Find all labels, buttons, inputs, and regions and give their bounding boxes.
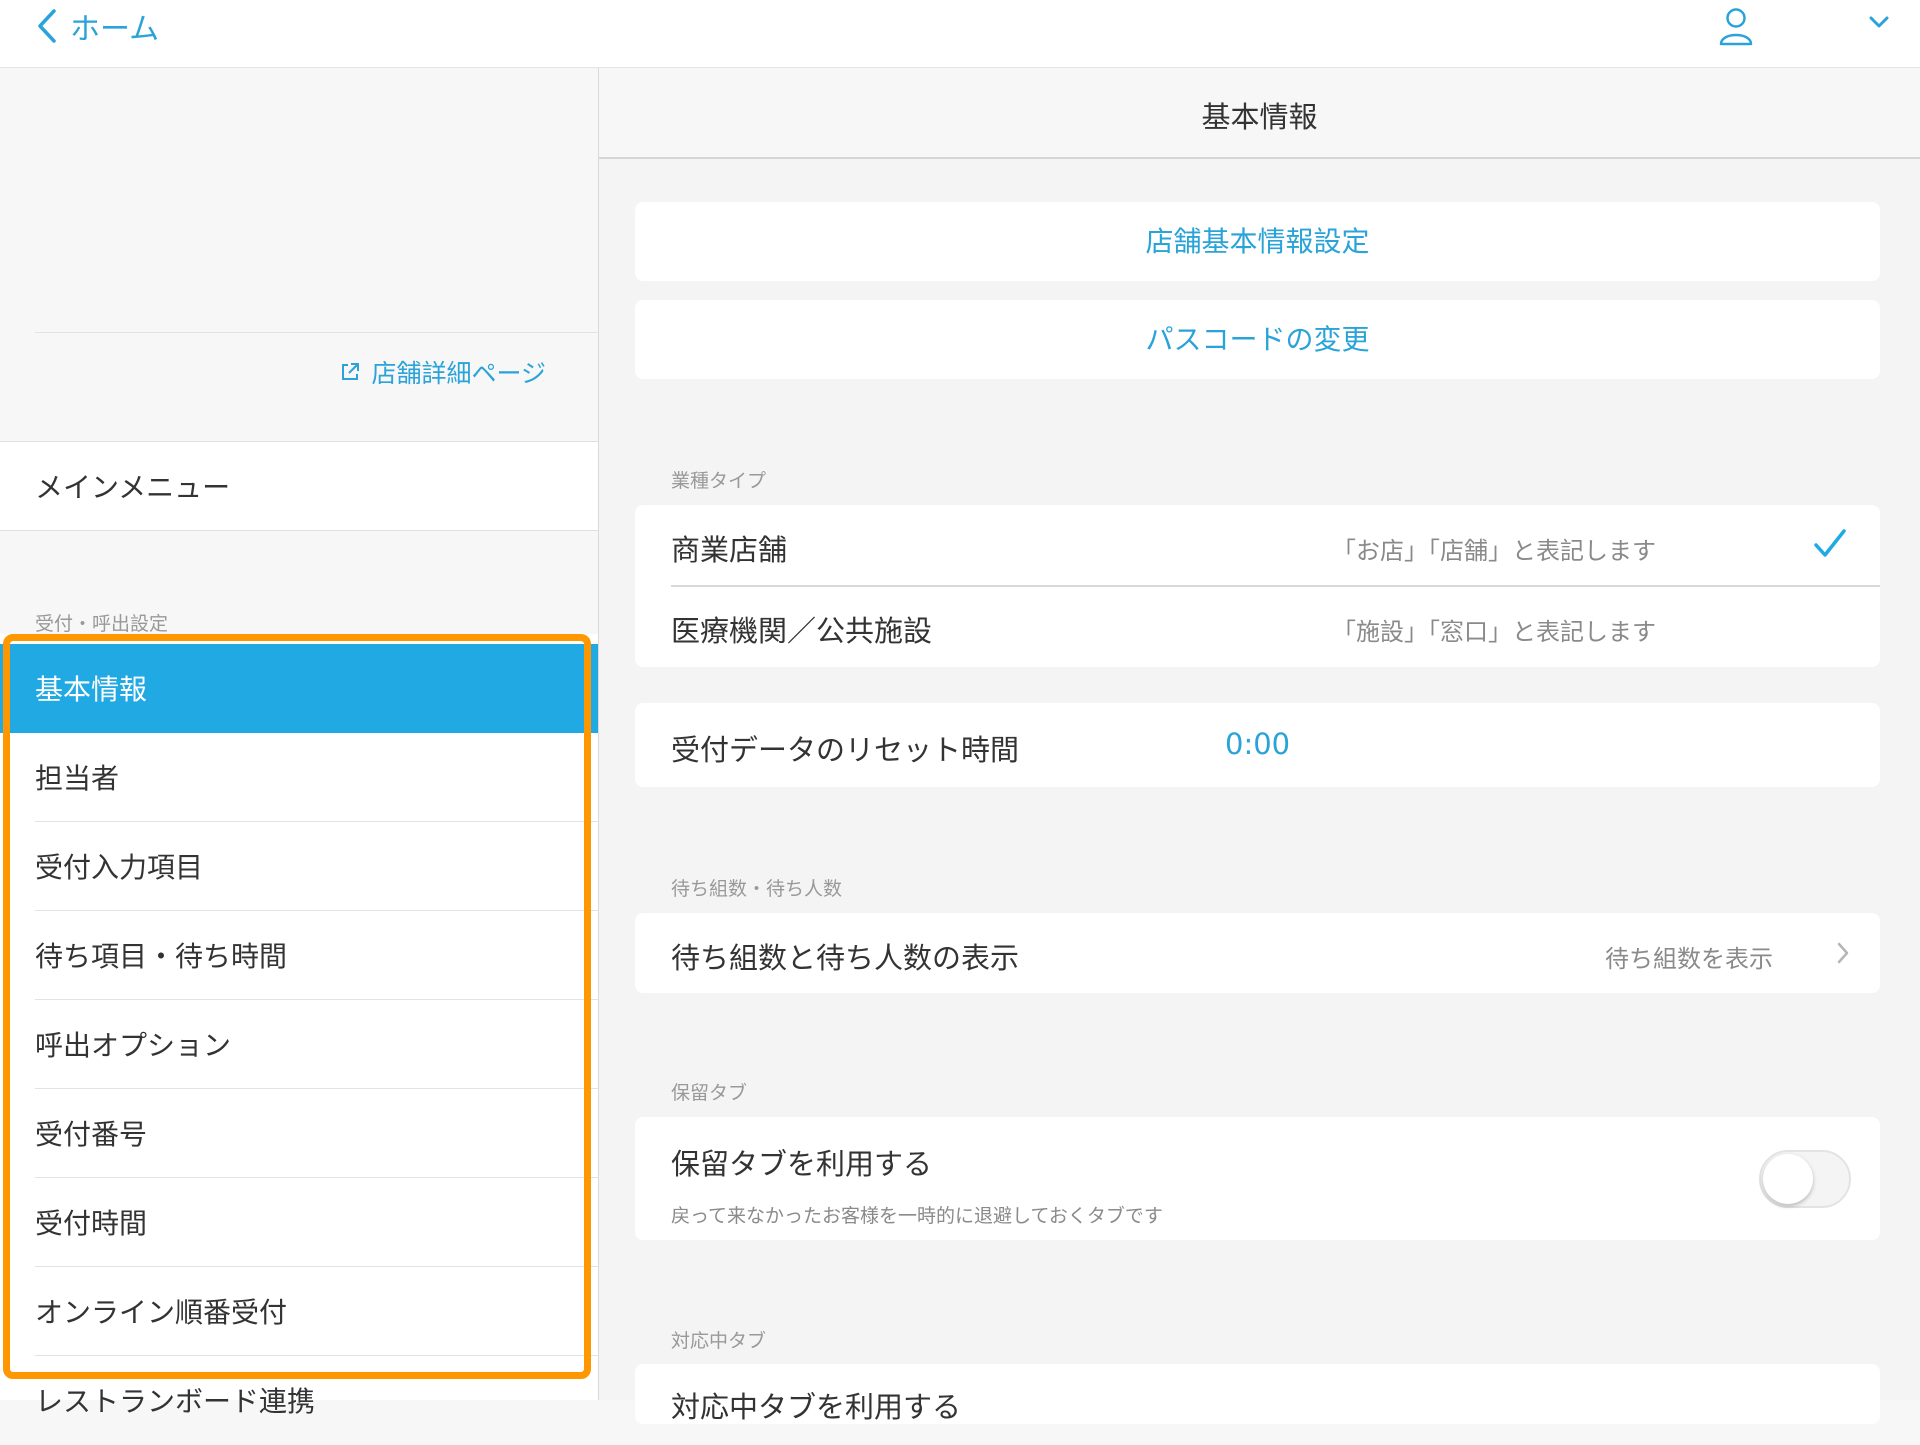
hold-tab-label: 保留タブを利用する — [671, 1147, 933, 1181]
page-header: 基本情報 — [599, 68, 1920, 159]
sidebar-item-wait-items[interactable]: 待ち項目・待ち時間 — [0, 911, 598, 1000]
sidebar-item-reception-hours[interactable]: 受付時間 — [0, 1178, 598, 1267]
sidebar-item-label: 担当者 — [35, 762, 120, 795]
reset-time-value[interactable]: 0:00 — [1225, 727, 1290, 761]
sidebar-item-label: レストランボード連携 — [35, 1385, 316, 1418]
sidebar-item-online-queue[interactable]: オンライン順番受付 — [0, 1267, 598, 1356]
option-label: 医療機関／公共施設 — [671, 614, 933, 648]
waiting-display-label: 待ち組数と待ち人数の表示 — [671, 941, 1020, 975]
option-desc: 「お店」「店舗」と表記します — [1332, 537, 1656, 565]
sidebar-item-label: 受付時間 — [35, 1207, 148, 1240]
sidebar-item-label: 受付入力項目 — [35, 851, 204, 884]
option-label: 商業店舗 — [671, 533, 788, 567]
main-panel: 基本情報 店舗基本情報設定 パスコードの変更 業種タイプ 商業店舗 「お店」「店… — [599, 68, 1920, 1424]
main-menu-item[interactable]: メインメニュー — [0, 441, 598, 531]
toggle-knob — [1763, 1154, 1813, 1204]
sidebar-item-staff[interactable]: 担当者 — [0, 733, 598, 822]
chevron-down-icon[interactable] — [1868, 14, 1890, 30]
hold-tab-toggle[interactable] — [1759, 1150, 1851, 1208]
waiting-caption: 待ち組数・待ち人数 — [671, 878, 843, 900]
passcode-label: パスコードの変更 — [1145, 323, 1370, 356]
option-desc: 「施設」「窓口」と表記します — [1332, 618, 1656, 646]
business-type-caption: 業種タイプ — [671, 470, 767, 492]
store-settings-label: 店舗基本情報設定 — [1145, 225, 1370, 258]
sidebar-item-label: 呼出オプション — [35, 1029, 232, 1062]
waiting-display-value: 待ち組数を表示 — [1605, 945, 1773, 973]
business-type-card: 商業店舗 「お店」「店舗」と表記します 医療機関／公共施設 「施設」「窓口」と表… — [635, 505, 1880, 667]
store-link-label: 店舗詳細ページ — [371, 359, 546, 388]
sidebar-item-label: 受付番号 — [35, 1118, 148, 1151]
sidebar-item-restaurant-board[interactable]: レストランボード連携 — [0, 1356, 598, 1445]
sidebar-item-reception-fields[interactable]: 受付入力項目 — [0, 822, 598, 911]
page-title: 基本情報 — [1201, 100, 1318, 134]
back-label: ホーム — [70, 12, 160, 47]
top-bar: ホーム — [0, 0, 1920, 68]
hold-tab-description: 戻って来なかったお客様を一時的に退避しておくタブです — [671, 1205, 1163, 1227]
settings-nav-list: 基本情報 担当者 受付入力項目 待ち項目・待ち時間 呼出オプション 受付番号 受… — [0, 634, 598, 1418]
business-type-option-medical[interactable]: 医療機関／公共施設 「施設」「窓口」と表記します — [635, 586, 1880, 667]
sidebar-item-basic-info[interactable]: 基本情報 — [0, 644, 598, 733]
main-menu-label: メインメニュー — [35, 471, 231, 504]
in-progress-tab-card: 対応中タブを利用する — [635, 1364, 1880, 1424]
business-type-option-commercial[interactable]: 商業店舗 「お店」「店舗」と表記します — [635, 505, 1880, 586]
chevron-right-icon — [1837, 942, 1849, 964]
reset-time-label: 受付データのリセット時間 — [671, 733, 1020, 767]
sidebar-item-label: 待ち項目・待ち時間 — [35, 940, 288, 973]
sidebar-item-reception-number[interactable]: 受付番号 — [0, 1089, 598, 1178]
section-caption: 受付・呼出設定 — [35, 613, 169, 635]
store-detail-link[interactable]: 店舗詳細ページ — [339, 354, 546, 390]
sidebar-item-label: 基本情報 — [35, 673, 148, 706]
in-progress-tab-caption: 対応中タブ — [671, 1330, 767, 1352]
sidebar-item-label: オンライン順番受付 — [35, 1296, 288, 1329]
sidebar-item-call-options[interactable]: 呼出オプション — [0, 1000, 598, 1089]
check-icon — [1814, 529, 1846, 557]
hold-tab-card: 保留タブを利用する 戻って来なかったお客様を一時的に退避しておくタブです — [635, 1117, 1880, 1240]
store-settings-button[interactable]: 店舗基本情報設定 — [635, 202, 1880, 281]
waiting-display-row[interactable]: 待ち組数と待ち人数の表示 待ち組数を表示 — [635, 913, 1880, 993]
passcode-button[interactable]: パスコードの変更 — [635, 300, 1880, 379]
chevron-left-icon — [38, 9, 56, 43]
back-button[interactable]: ホーム — [36, 4, 159, 48]
divider — [35, 332, 598, 333]
in-progress-tab-label: 対応中タブを利用する — [671, 1390, 962, 1424]
reset-time-row[interactable]: 受付データのリセット時間 0:00 — [635, 703, 1880, 787]
hold-tab-caption: 保留タブ — [671, 1082, 748, 1104]
external-link-icon — [342, 363, 360, 380]
user-icon[interactable] — [1718, 6, 1754, 46]
